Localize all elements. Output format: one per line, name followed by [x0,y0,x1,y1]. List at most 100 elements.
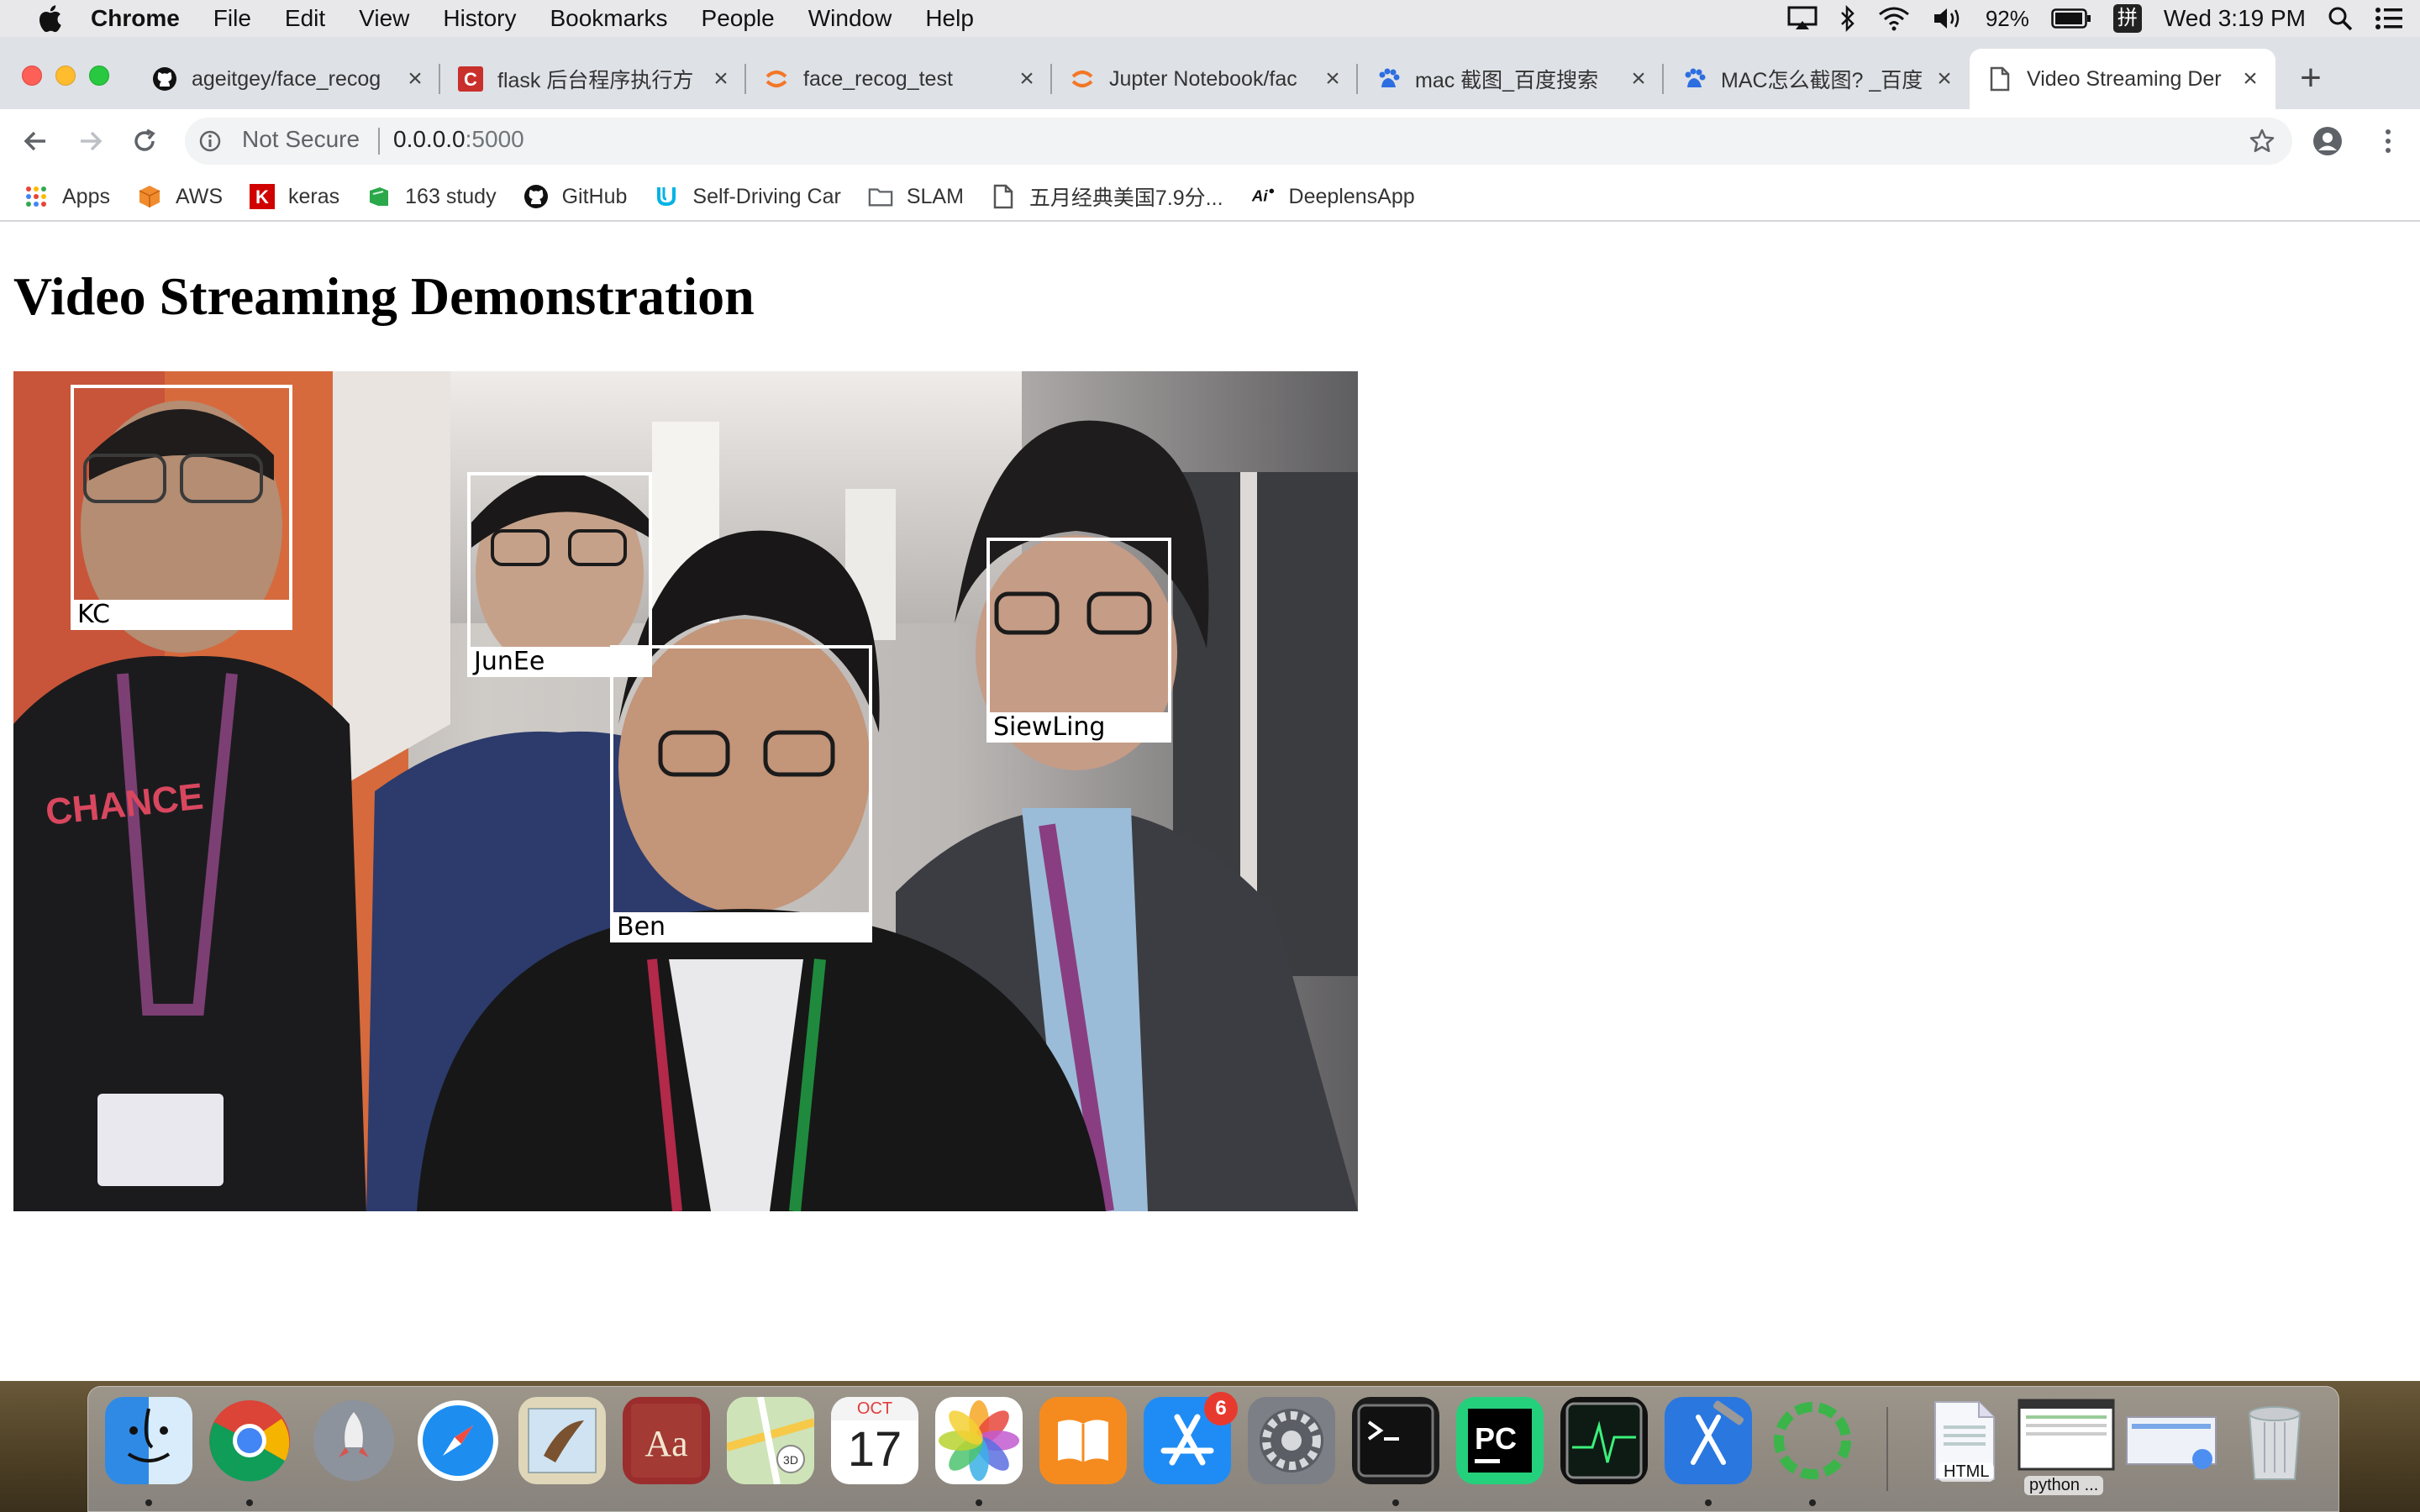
pycharm-icon[interactable]: PC [1456,1397,1544,1484]
window-zoom-button[interactable] [89,66,109,86]
tab-title: Video Streaming Der [2027,66,2222,91]
bookmark-deeplensapp[interactable]: Ai DeeplensApp [1250,184,1415,209]
calendar-icon[interactable]: OCT 17 [831,1397,918,1484]
forward-button[interactable] [74,124,108,158]
reload-button[interactable] [128,124,161,158]
volume-icon[interactable] [1932,6,1964,31]
tab-baidu-mac-screenshot[interactable]: mac 截图_百度搜索 × [1358,49,1664,109]
input-method-icon[interactable]: 拼 [2112,4,2142,33]
safari-icon[interactable] [414,1397,502,1484]
battery-icon[interactable] [2051,8,2091,29]
calendar-day: 17 [847,1422,902,1477]
wifi-icon[interactable] [1878,6,1910,31]
tab-flask-background[interactable]: C flask 后台程序执行方 × [440,49,746,109]
airplay-icon[interactable] [1787,6,1818,31]
launchpad-icon[interactable] [310,1397,397,1484]
menu-edit[interactable]: Edit [285,5,325,32]
address-bar[interactable]: Not Secure 0.0.0.0:5000 [185,118,2292,165]
url-host: 0.0.0.0 [393,126,466,152]
app-store-icon[interactable]: 6 [1144,1392,1238,1484]
tab-baidu-how-to-screenshot[interactable]: MAC怎么截图? _百度 × [1664,49,1970,109]
info-icon[interactable] [198,129,222,153]
bookmark-star-icon[interactable] [2249,128,2275,155]
window-minimize-button[interactable] [55,66,76,86]
bookmark-github[interactable]: GitHub [523,184,627,209]
python-window-thumbnail[interactable]: python ... [2018,1397,2115,1495]
new-tab-button[interactable]: + [2294,60,2328,97]
tab-title: ageitgey/face_recog [192,66,381,91]
face-label: Ben [610,912,872,942]
trash-icon[interactable] [2231,1397,2318,1484]
menubar-clock[interactable]: Wed 3:19 PM [2164,5,2306,32]
menu-bookmarks[interactable]: Bookmarks [550,5,667,32]
system-preferences-icon[interactable] [1248,1397,1335,1484]
menu-view[interactable]: View [359,5,409,32]
tab-close-icon[interactable]: × [1013,66,1040,92]
bookmark-label: SLAM [906,184,964,208]
terminal-icon[interactable] [1352,1397,1439,1484]
finder-icon[interactable] [105,1397,192,1484]
bookmark-aws[interactable]: AWS [137,184,223,209]
tab-github-face-recognition[interactable]: ageitgey/face_recog × [134,49,440,109]
tab-jupyter-notebook[interactable]: Jupter Notebook/fac × [1052,49,1358,109]
menu-file[interactable]: File [213,5,251,32]
ibooks-icon[interactable] [1039,1397,1127,1484]
anaconda-icon[interactable] [1769,1397,1856,1484]
menu-window[interactable]: Window [808,5,892,32]
menu-people[interactable]: People [702,5,775,32]
bookmark-label: DeeplensApp [1288,184,1415,208]
bookmark-label: AWS [175,184,224,208]
running-indicator [1392,1499,1399,1506]
bluetooth-icon[interactable] [1839,5,1856,32]
github-icon [151,66,178,92]
bookmark-keras[interactable]: K keras [250,184,339,209]
apple-menu-icon[interactable] [34,2,66,35]
downloads-stack-icon[interactable] [2122,1397,2217,1484]
url-text[interactable]: 0.0.0.0:5000 [393,126,524,153]
menu-help[interactable]: Help [925,5,974,32]
dictionary-icon[interactable]: Aa [623,1397,710,1484]
chrome-icon[interactable] [206,1397,293,1484]
html-document-icon[interactable]: HTML [1920,1397,2007,1484]
tab-video-streaming[interactable]: Video Streaming Der × [1970,49,2275,109]
bookmark-slam[interactable]: SLAM [868,184,964,209]
keras-icon: K [250,184,276,209]
bookmark-label: 163 study [405,184,497,208]
bookmark-movie-page[interactable]: 五月经典美国7.9分... [991,181,1223,212]
back-button[interactable] [18,124,52,158]
tab-close-icon[interactable]: × [1319,66,1346,92]
bookmark-self-driving-car[interactable]: Self-Driving Car [654,184,841,209]
csdn-icon: C [457,66,484,92]
dock-separator [1886,1407,1888,1491]
video-stream: CHANCE KC JunEe Ben SiewLing [13,371,1358,1211]
menu-app-name[interactable]: Chrome [91,5,180,32]
page-icon [991,184,1016,209]
photos-icon[interactable] [935,1397,1023,1484]
spotlight-search-icon[interactable] [2328,6,2353,31]
dock: Aa 3D OCT 17 6 PC HTML python ... [87,1386,2339,1512]
xcode-icon[interactable] [1665,1397,1752,1484]
tab-title: flask 后台程序执行方 [497,69,694,92]
bookmark-163-study[interactable]: 163 study [366,184,497,209]
tab-title: face_recog_test [803,66,953,91]
tab-close-icon[interactable]: × [708,66,734,92]
tab-title: Jupter Notebook/fac [1109,66,1297,91]
page-title: Video Streaming Demonstration [13,266,755,326]
chrome-menu-icon[interactable] [2371,124,2405,158]
bookmark-label: 五月经典美国7.9分... [1028,186,1223,210]
bookmark-apps[interactable]: Apps [24,184,110,209]
tab-face-recog-test[interactable]: face_recog_test × [746,49,1052,109]
activity-monitor-icon[interactable] [1560,1397,1648,1484]
menu-history[interactable]: History [443,5,516,32]
notification-center-icon[interactable] [2375,6,2403,31]
svg-text:3D: 3D [783,1453,798,1467]
mail-icon[interactable] [518,1397,606,1484]
tab-close-icon[interactable]: × [2237,66,2264,92]
profile-avatar-icon[interactable] [2312,126,2343,156]
security-status[interactable]: Not Secure [242,126,360,153]
tab-close-icon[interactable]: × [1625,66,1652,92]
maps-icon[interactable]: 3D [725,1396,816,1485]
window-close-button[interactable] [22,66,42,86]
tab-close-icon[interactable]: × [1931,66,1958,92]
tab-close-icon[interactable]: × [402,66,429,92]
